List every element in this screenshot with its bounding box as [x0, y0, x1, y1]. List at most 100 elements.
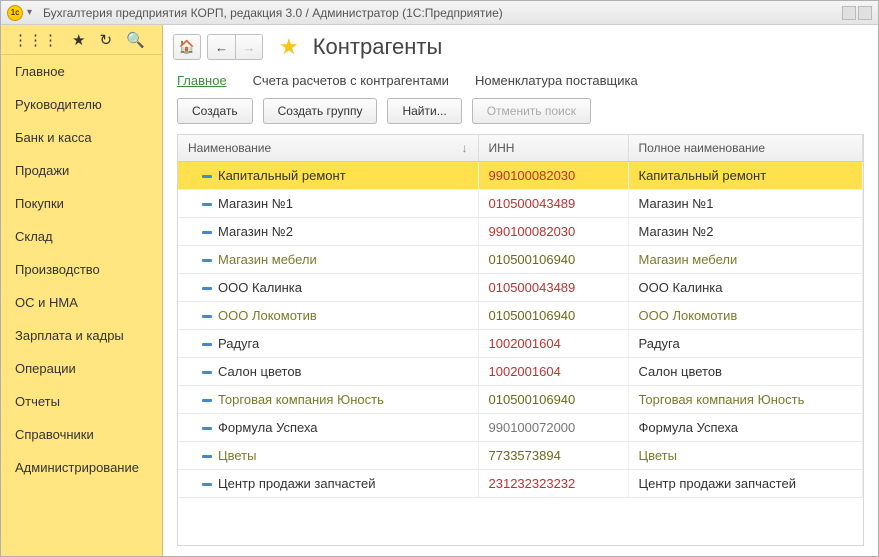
col-inn[interactable]: ИНН — [478, 135, 628, 162]
item-icon — [202, 455, 212, 458]
cell-inn: 010500043489 — [478, 274, 628, 302]
cell-full: Капитальный ремонт — [628, 162, 863, 190]
table-row[interactable]: Торговая компания Юность010500106940Торг… — [178, 386, 863, 414]
window-title: Бухгалтерия предприятия КОРП, редакция 3… — [43, 6, 840, 20]
cell-name: ООО Калинка — [218, 280, 302, 295]
sidebar-item-0[interactable]: Главное — [1, 55, 162, 88]
dropdown-icon[interactable]: ▾ — [27, 7, 37, 18]
sidebar-item-6[interactable]: Производство — [1, 253, 162, 286]
sidebar-item-4[interactable]: Покупки — [1, 187, 162, 220]
table-row[interactable]: ООО Локомотив010500106940ООО Локомотив — [178, 302, 863, 330]
cell-name: Центр продажи запчастей — [218, 476, 375, 491]
cell-name: Салон цветов — [218, 364, 301, 379]
cell-full: Магазин №2 — [628, 218, 863, 246]
contractors-table: Наименование↓ ИНН Полное наименование Ка… — [178, 135, 863, 498]
item-icon — [202, 203, 212, 206]
favorite-icon[interactable]: ★ — [72, 31, 85, 49]
minimize-button[interactable] — [842, 6, 856, 20]
item-icon — [202, 483, 212, 486]
table-row[interactable]: Центр продажи запчастей231232323232Центр… — [178, 470, 863, 498]
item-icon — [202, 427, 212, 430]
sidebar-item-7[interactable]: ОС и НМА — [1, 286, 162, 319]
cell-full: Магазин мебели — [628, 246, 863, 274]
col-full[interactable]: Полное наименование — [628, 135, 863, 162]
cell-inn: 990100082030 — [478, 162, 628, 190]
sidebar-item-9[interactable]: Операции — [1, 352, 162, 385]
table-row[interactable]: Цветы7733573894Цветы — [178, 442, 863, 470]
cell-inn: 010500043489 — [478, 190, 628, 218]
cell-name: Радуга — [218, 336, 259, 351]
table-row[interactable]: Радуга1002001604Радуга — [178, 330, 863, 358]
sidebar: ⋮⋮⋮ ★ ↻ 🔍 ГлавноеРуководителюБанк и касс… — [1, 25, 163, 556]
cell-name: Торговая компания Юность — [218, 392, 384, 407]
body: ⋮⋮⋮ ★ ↻ 🔍 ГлавноеРуководителюБанк и касс… — [1, 25, 878, 556]
table-row[interactable]: Формула Успеха990100072000Формула Успеха — [178, 414, 863, 442]
sidebar-iconbar: ⋮⋮⋮ ★ ↻ 🔍 — [1, 25, 162, 55]
toolbar: 🏠 ← → ★ Контрагенты — [163, 25, 878, 69]
table-row[interactable]: Магазин №2990100082030Магазин №2 — [178, 218, 863, 246]
sidebar-item-1[interactable]: Руководителю — [1, 88, 162, 121]
sidebar-item-5[interactable]: Склад — [1, 220, 162, 253]
maximize-button[interactable] — [858, 6, 872, 20]
history-icon[interactable]: ↻ — [99, 31, 112, 49]
subnav-item-2[interactable]: Номенклатура поставщика — [475, 73, 638, 88]
create-button[interactable]: Создать — [177, 98, 253, 124]
home-button[interactable]: 🏠 — [173, 34, 201, 60]
find-button[interactable]: Найти... — [387, 98, 461, 124]
table-container[interactable]: Наименование↓ ИНН Полное наименование Ка… — [177, 134, 864, 546]
item-icon — [202, 175, 212, 178]
item-icon — [202, 315, 212, 318]
item-icon — [202, 343, 212, 346]
forward-button[interactable]: → — [235, 34, 263, 60]
item-icon — [202, 231, 212, 234]
cell-full: Магазин №1 — [628, 190, 863, 218]
sidebar-item-2[interactable]: Банк и касса — [1, 121, 162, 154]
table-row[interactable]: Магазин №1010500043489Магазин №1 — [178, 190, 863, 218]
cell-name: Магазин №2 — [218, 224, 293, 239]
table-row[interactable]: Капитальный ремонт990100082030Капитальны… — [178, 162, 863, 190]
cell-inn: 1002001604 — [478, 358, 628, 386]
cell-inn: 010500106940 — [478, 302, 628, 330]
cell-inn: 231232323232 — [478, 470, 628, 498]
create-group-button[interactable]: Создать группу — [263, 98, 378, 124]
item-icon — [202, 259, 212, 262]
cell-name: Цветы — [218, 448, 256, 463]
item-icon — [202, 287, 212, 290]
cell-full: ООО Локомотив — [628, 302, 863, 330]
sidebar-item-11[interactable]: Справочники — [1, 418, 162, 451]
table-row[interactable]: Магазин мебели010500106940Магазин мебели — [178, 246, 863, 274]
cell-full: Торговая компания Юность — [628, 386, 863, 414]
cell-inn: 010500106940 — [478, 386, 628, 414]
back-button[interactable]: ← — [207, 34, 235, 60]
item-icon — [202, 399, 212, 402]
table-body: Капитальный ремонт990100082030Капитальны… — [178, 162, 863, 498]
sort-indicator: ↓ — [462, 141, 468, 155]
subnav-item-0[interactable]: Главное — [177, 73, 227, 88]
sidebar-item-10[interactable]: Отчеты — [1, 385, 162, 418]
subnav-item-1[interactable]: Счета расчетов с контрагентами — [253, 73, 449, 88]
table-header-row: Наименование↓ ИНН Полное наименование — [178, 135, 863, 162]
action-bar: Создать Создать группу Найти... Отменить… — [163, 98, 878, 134]
app-window: 1c ▾ Бухгалтерия предприятия КОРП, редак… — [0, 0, 879, 557]
search-icon[interactable]: 🔍 — [126, 31, 145, 49]
sidebar-item-12[interactable]: Администрирование — [1, 451, 162, 484]
cell-inn: 010500106940 — [478, 246, 628, 274]
sidebar-item-3[interactable]: Продажи — [1, 154, 162, 187]
cell-full: Радуга — [628, 330, 863, 358]
col-name[interactable]: Наименование↓ — [178, 135, 478, 162]
cell-name: Магазин №1 — [218, 196, 293, 211]
cell-inn: 1002001604 — [478, 330, 628, 358]
cell-inn: 990100072000 — [478, 414, 628, 442]
cell-name: ООО Локомотив — [218, 308, 317, 323]
cell-inn: 7733573894 — [478, 442, 628, 470]
apps-icon[interactable]: ⋮⋮⋮ — [13, 31, 58, 49]
star-icon[interactable]: ★ — [279, 34, 299, 60]
main-panel: 🏠 ← → ★ Контрагенты Главное Счета расчето… — [163, 25, 878, 556]
cell-name: Капитальный ремонт — [218, 168, 346, 183]
table-row[interactable]: ООО Калинка010500043489ООО Калинка — [178, 274, 863, 302]
cell-full: Формула Успеха — [628, 414, 863, 442]
sidebar-item-8[interactable]: Зарплата и кадры — [1, 319, 162, 352]
table-row[interactable]: Салон цветов1002001604Салон цветов — [178, 358, 863, 386]
sidebar-items: ГлавноеРуководителюБанк и кассаПродажиПо… — [1, 55, 162, 556]
app-icon: 1c — [7, 5, 23, 21]
